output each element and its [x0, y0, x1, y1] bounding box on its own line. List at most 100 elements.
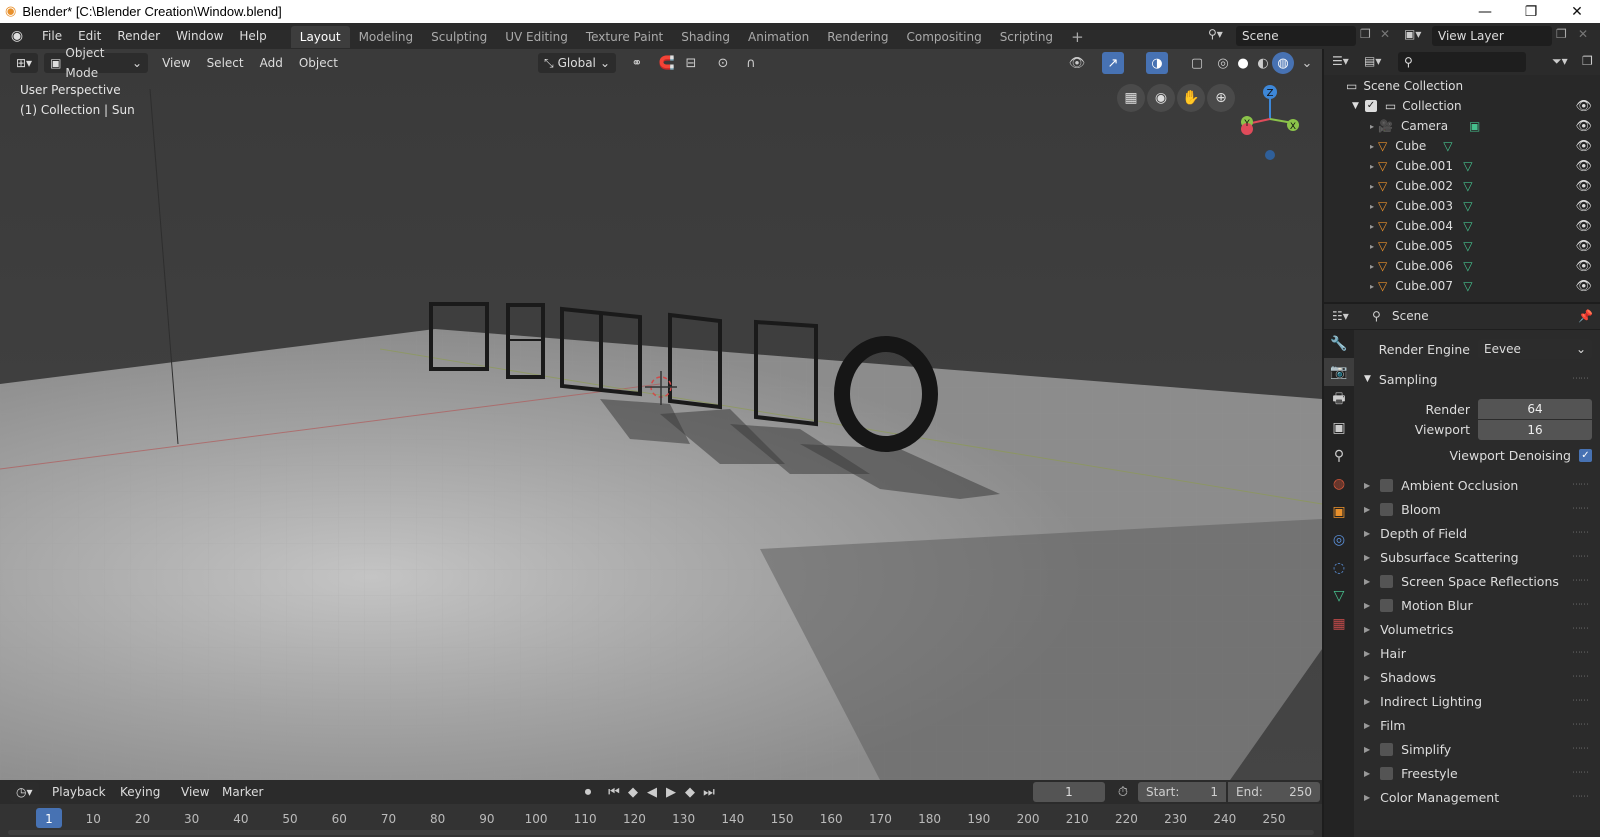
overlay-toggle-icon[interactable]: ◑ [1146, 52, 1168, 74]
eye-icon[interactable]: 👁 [1575, 99, 1592, 114]
viewport-denoising-checkbox[interactable]: ✓ [1579, 448, 1592, 462]
tab-animation[interactable]: Animation [739, 26, 818, 48]
scene-tab-icon[interactable]: ⚲ [1324, 442, 1354, 470]
gizmo-toggle-icon[interactable]: ↗ [1102, 52, 1124, 74]
material-shading-icon[interactable]: ◐ [1252, 52, 1274, 74]
new-scene-icon[interactable]: ❐ [1360, 27, 1371, 41]
viewport-denoising-row[interactable]: Viewport Denoising ✓ [1360, 444, 1592, 466]
outliner-row-cube-004[interactable]: ▸ ▽ Cube.004 ▽ 👁 [1324, 216, 1600, 236]
mode-dropdown[interactable]: ▣ Object Mode ⌄ [44, 46, 149, 80]
mesh-data-icon[interactable]: ▽ [1463, 199, 1472, 213]
eye-icon[interactable]: 👁 [1575, 199, 1592, 214]
output-tab-icon[interactable]: 🖶 [1324, 386, 1354, 414]
mesh-data-icon[interactable]: ▽ [1443, 139, 1452, 153]
drag-handle-icon[interactable]: ⋯⋯ [1572, 576, 1589, 586]
start-frame-field[interactable]: Start: 1 [1138, 782, 1226, 802]
camera-view-icon[interactable]: ◉ [1147, 84, 1175, 112]
scene-field[interactable]: Scene [1236, 26, 1356, 46]
delete-view-layer-icon[interactable]: ✕ [1578, 27, 1588, 41]
view-layer-icon[interactable]: ▣▾ [1404, 27, 1421, 41]
blender-menu-icon[interactable]: ◉ [0, 28, 34, 44]
expand-arrow-icon[interactable]: ▸ [1370, 222, 1374, 231]
expand-arrow-icon[interactable]: ▸ [1370, 122, 1374, 131]
pan-hand-icon[interactable]: ✋ [1177, 84, 1205, 112]
visibility-icon[interactable]: 👁 [1066, 52, 1088, 74]
tab-scripting[interactable]: Scripting [991, 26, 1062, 48]
panel-screen-space-reflections[interactable]: ▶ Screen Space Reflections ⋯⋯ [1360, 570, 1592, 592]
tab-layout[interactable]: Layout [290, 26, 350, 48]
expand-arrow-icon[interactable]: ▸ [1370, 262, 1374, 271]
drag-handle-icon[interactable]: ⋯⋯ [1572, 696, 1589, 706]
tab-texture-paint[interactable]: Texture Paint [577, 26, 672, 48]
viewport-menu-add[interactable]: Add [252, 53, 291, 73]
mesh-data-icon[interactable]: ▽ [1463, 279, 1472, 293]
panel-film[interactable]: ▶ Film ⋯⋯ [1360, 714, 1592, 736]
close-button[interactable]: ✕ [1554, 0, 1600, 23]
data-tab-icon[interactable]: ▽ [1324, 582, 1354, 610]
texture-tab-icon[interactable]: ▦ [1324, 610, 1354, 638]
viewport-menu-object[interactable]: Object [291, 53, 346, 73]
eye-icon[interactable]: 👁 [1575, 279, 1592, 294]
panel-indirect-lighting[interactable]: ▶ Indirect Lighting ⋯⋯ [1360, 690, 1592, 712]
panel-enable-checkbox[interactable] [1380, 766, 1394, 780]
proportional-edit-icon[interactable]: ⊙ [712, 52, 734, 74]
tab-sculpting[interactable]: Sculpting [422, 26, 496, 48]
outliner-row-camera[interactable]: ▸ 🎥 Camera ▣ 👁 [1324, 116, 1600, 136]
editor-type-dropdown[interactable]: ⊞▾ [10, 53, 39, 73]
drag-handle-icon[interactable]: ⋯⋯ [1572, 600, 1589, 610]
timeline-editor-type-icon[interactable]: ◷▾ [10, 782, 39, 802]
outliner-row-cube-005[interactable]: ▸ ▽ Cube.005 ▽ 👁 [1324, 236, 1600, 256]
outliner-row-cube-007[interactable]: ▸ ▽ Cube.007 ▽ 👁 [1324, 276, 1600, 296]
solid-shading-icon[interactable]: ● [1232, 52, 1254, 74]
viewport-menu-view[interactable]: View [154, 53, 198, 73]
outliner-search-input[interactable]: ⚲ [1398, 52, 1526, 72]
eye-icon[interactable]: 👁 [1575, 159, 1592, 174]
wireframe-shading-icon[interactable]: ◎ [1212, 52, 1234, 74]
drag-handle-icon[interactable]: ⋯⋯ [1572, 552, 1589, 562]
mesh-data-icon[interactable]: ▽ [1463, 179, 1472, 193]
drag-handle-icon[interactable]: ⋯⋯ [1572, 720, 1589, 730]
modifier-tab-icon[interactable]: ◎ [1324, 526, 1354, 554]
timeline-scrollbar[interactable] [8, 830, 1314, 835]
viewport-menu-select[interactable]: Select [199, 53, 252, 73]
snap-icon[interactable]: 🧲 [656, 52, 678, 74]
panel-depth-of-field[interactable]: ▶ Depth of Field ⋯⋯ [1360, 522, 1592, 544]
falloff-icon[interactable]: ∩ [740, 52, 762, 74]
drag-handle-icon[interactable]: ⋯⋯ [1572, 768, 1589, 778]
expand-arrow-icon[interactable]: ▸ [1370, 202, 1374, 211]
menu-help[interactable]: Help [231, 23, 274, 49]
outliner-row-collection[interactable]: ▼ ✓ ▭ Collection 👁 [1324, 96, 1600, 116]
outliner-row-cube-003[interactable]: ▸ ▽ Cube.003 ▽ 👁 [1324, 196, 1600, 216]
panel-hair[interactable]: ▶ Hair ⋯⋯ [1360, 642, 1592, 664]
panel-freestyle[interactable]: ▶ Freestyle ⋯⋯ [1360, 762, 1592, 784]
expand-arrow-icon[interactable]: ▸ [1370, 242, 1374, 251]
drag-handle-icon[interactable]: ⋯⋯ [1572, 480, 1589, 490]
expand-arrow-icon[interactable]: ▸ [1370, 142, 1374, 151]
outliner-row-cube-001[interactable]: ▸ ▽ Cube.001 ▽ 👁 [1324, 156, 1600, 176]
xray-icon[interactable]: ▢ [1186, 52, 1208, 74]
drag-handle-icon[interactable]: ⋯⋯ [1572, 528, 1589, 538]
panel-enable-checkbox[interactable] [1380, 478, 1394, 492]
outliner-row-cube-002[interactable]: ▸ ▽ Cube.002 ▽ 👁 [1324, 176, 1600, 196]
display-mode-icon[interactable]: ▤▾ [1364, 54, 1381, 68]
world-tab-icon[interactable]: ◍ [1324, 470, 1354, 498]
drag-handle-icon[interactable]: ⋯⋯ [1572, 504, 1589, 514]
restore-button[interactable]: ❐ [1508, 0, 1554, 23]
panel-simplify[interactable]: ▶ Simplify ⋯⋯ [1360, 738, 1592, 760]
timeline-menu-view[interactable]: View [173, 782, 217, 802]
object-tab-icon[interactable]: ▣ [1324, 498, 1354, 526]
render-samples-field[interactable]: 64 [1478, 399, 1592, 419]
timeline-menu-playback[interactable]: Playback [44, 782, 114, 802]
panel-subsurface-scattering[interactable]: ▶ Subsurface Scattering ⋯⋯ [1360, 546, 1592, 568]
eye-icon[interactable]: 👁 [1575, 259, 1592, 274]
expand-arrow-icon[interactable]: ▸ [1370, 162, 1374, 171]
panel-ambient-occlusion[interactable]: ▶ Ambient Occlusion ⋯⋯ [1360, 474, 1592, 496]
stopwatch-icon[interactable]: ⏱ [1112, 781, 1134, 803]
drag-handle-icon[interactable]: ⋯⋯ [1572, 792, 1589, 802]
shading-options-chevron-icon[interactable]: ⌄ [1296, 52, 1318, 74]
panel-enable-checkbox[interactable] [1380, 574, 1394, 588]
panel-enable-checkbox[interactable] [1380, 742, 1394, 756]
transform-orientation-dropdown[interactable]: ⤡ Global ⌄ [538, 53, 616, 73]
drag-handle-icon[interactable]: ⋯⋯ [1572, 374, 1589, 384]
drag-handle-icon[interactable]: ⋯⋯ [1572, 648, 1589, 658]
